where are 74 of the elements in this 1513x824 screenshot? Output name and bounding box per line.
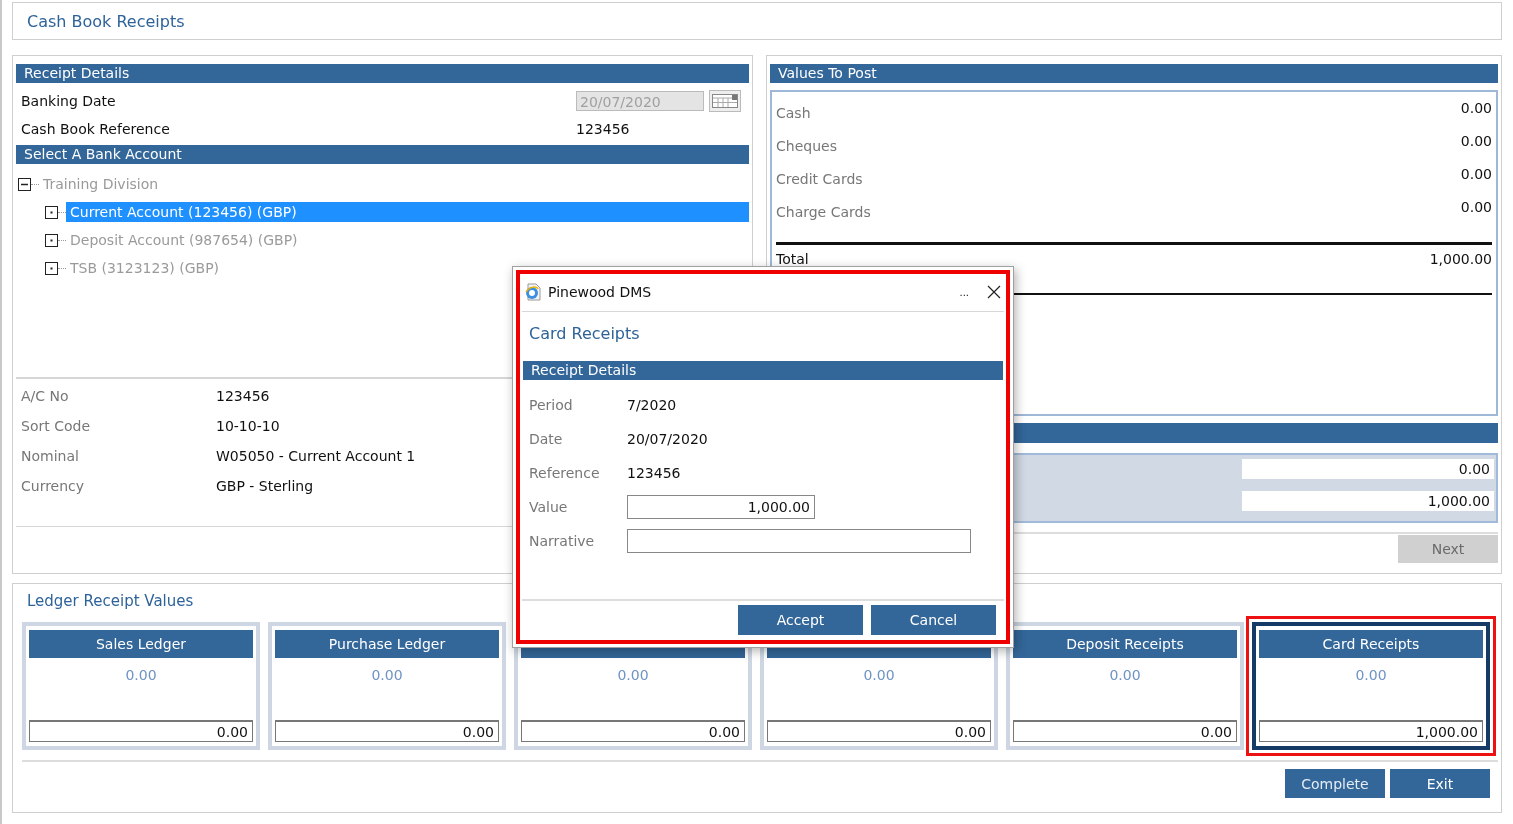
collapse-icon[interactable] <box>18 177 31 191</box>
card-balance: 0.00 <box>617 667 649 683</box>
amount-field[interactable]: 0.00 <box>767 720 991 742</box>
dialog-heading: Card Receipts <box>528 323 641 345</box>
field-value: 123456 <box>576 121 630 137</box>
section-header: Select A Bank Account <box>16 145 749 164</box>
card-balance: 0.00 <box>125 667 157 683</box>
card-balance: 0.00 <box>1109 667 1141 683</box>
input-field[interactable]: 1,000.00 <box>627 495 815 519</box>
calendar-button[interactable] <box>709 90 741 112</box>
value-amount: 0.00 <box>1460 199 1492 217</box>
amount-field[interactable]: 0.00 <box>1013 720 1237 742</box>
complete-button[interactable]: Complete <box>1285 769 1385 798</box>
total-amount: 1,000.00 <box>1429 251 1492 267</box>
exit-button[interactable]: Exit <box>1390 769 1490 798</box>
field-label: A/C No <box>21 388 70 404</box>
field-label: Sort Code <box>21 418 91 434</box>
field-value: 7/2020 <box>627 397 677 413</box>
window-title: Pinewood DMS <box>548 284 653 300</box>
page-title: Cash Book Receipts <box>27 11 185 31</box>
card-header: Sales Ledger <box>29 630 253 658</box>
field-value: W05050 - Current Account 1 <box>216 448 416 464</box>
section-header: Values To Post <box>770 64 1498 83</box>
amount-field[interactable]: 0.00 <box>521 720 745 742</box>
field-value: 20/07/2020 <box>627 431 708 447</box>
field-label: Date <box>529 431 564 447</box>
field-label: Nominal <box>21 448 80 464</box>
field-label: Currency <box>21 478 86 494</box>
app-icon <box>524 283 542 301</box>
cancel-button[interactable]: Cancel <box>871 605 996 635</box>
ledger-card[interactable]: Deposit Receipts 0.00 0.00 <box>1006 622 1244 750</box>
field-value: GBP - Sterling <box>216 478 314 494</box>
field-label: Banking Date <box>21 93 117 109</box>
card-balance: 0.00 <box>863 667 895 683</box>
amount-field[interactable]: 0.00 <box>275 720 499 742</box>
field-label: Narrative <box>529 533 596 549</box>
amount-field[interactable]: 0.00 <box>29 720 253 742</box>
expand-icon[interactable] <box>45 233 58 247</box>
section-header: Receipt Details <box>523 361 1003 380</box>
total-label: Total <box>776 251 809 267</box>
ledger-card[interactable]: Card Receipts 0.00 1,000.00 <box>1246 616 1496 756</box>
field-value: 123456 <box>216 388 270 404</box>
expand-icon[interactable] <box>45 205 58 219</box>
value-label: Cheques <box>776 137 837 156</box>
section-title: Ledger Receipt Values <box>26 592 195 612</box>
field-label: Value <box>529 499 569 515</box>
ledger-card[interactable]: Sales Ledger 0.00 0.00 <box>22 622 260 750</box>
ledger-card[interactable]: Purchase Ledger 0.00 0.00 <box>268 622 506 750</box>
value-amount: 0.00 <box>1460 166 1492 184</box>
value-label: Cash <box>776 104 811 123</box>
more-button[interactable]: ... <box>959 286 969 298</box>
accept-button[interactable]: Accept <box>738 605 863 635</box>
field-value: 10-10-10 <box>216 418 280 434</box>
card-balance: 0.00 <box>371 667 403 683</box>
calendar-icon <box>712 94 738 108</box>
card-balance: 0.00 <box>1355 667 1387 683</box>
amount-field[interactable]: 1,000.00 <box>1259 720 1483 742</box>
close-icon[interactable] <box>987 285 1001 299</box>
field-value: 123456 <box>627 465 681 481</box>
expand-icon[interactable] <box>45 261 58 275</box>
amount-field[interactable]: 0.00 <box>1242 459 1494 479</box>
section-header: Receipt Details <box>16 64 749 83</box>
card-header: Deposit Receipts <box>1013 630 1237 658</box>
card-header: Purchase Ledger <box>275 630 499 658</box>
value-amount: 0.00 <box>1460 133 1492 151</box>
amount-field[interactable]: 1,000.00 <box>1242 491 1494 511</box>
card-header: Card Receipts <box>1259 630 1483 658</box>
value-label: Charge Cards <box>776 203 871 222</box>
field-label: Reference <box>529 465 601 481</box>
value-amount: 0.00 <box>1460 100 1492 118</box>
field-label: Period <box>529 397 574 413</box>
input-field[interactable] <box>627 529 971 553</box>
field-label: Cash Book Reference <box>21 121 171 137</box>
value-label: Credit Cards <box>776 170 863 189</box>
